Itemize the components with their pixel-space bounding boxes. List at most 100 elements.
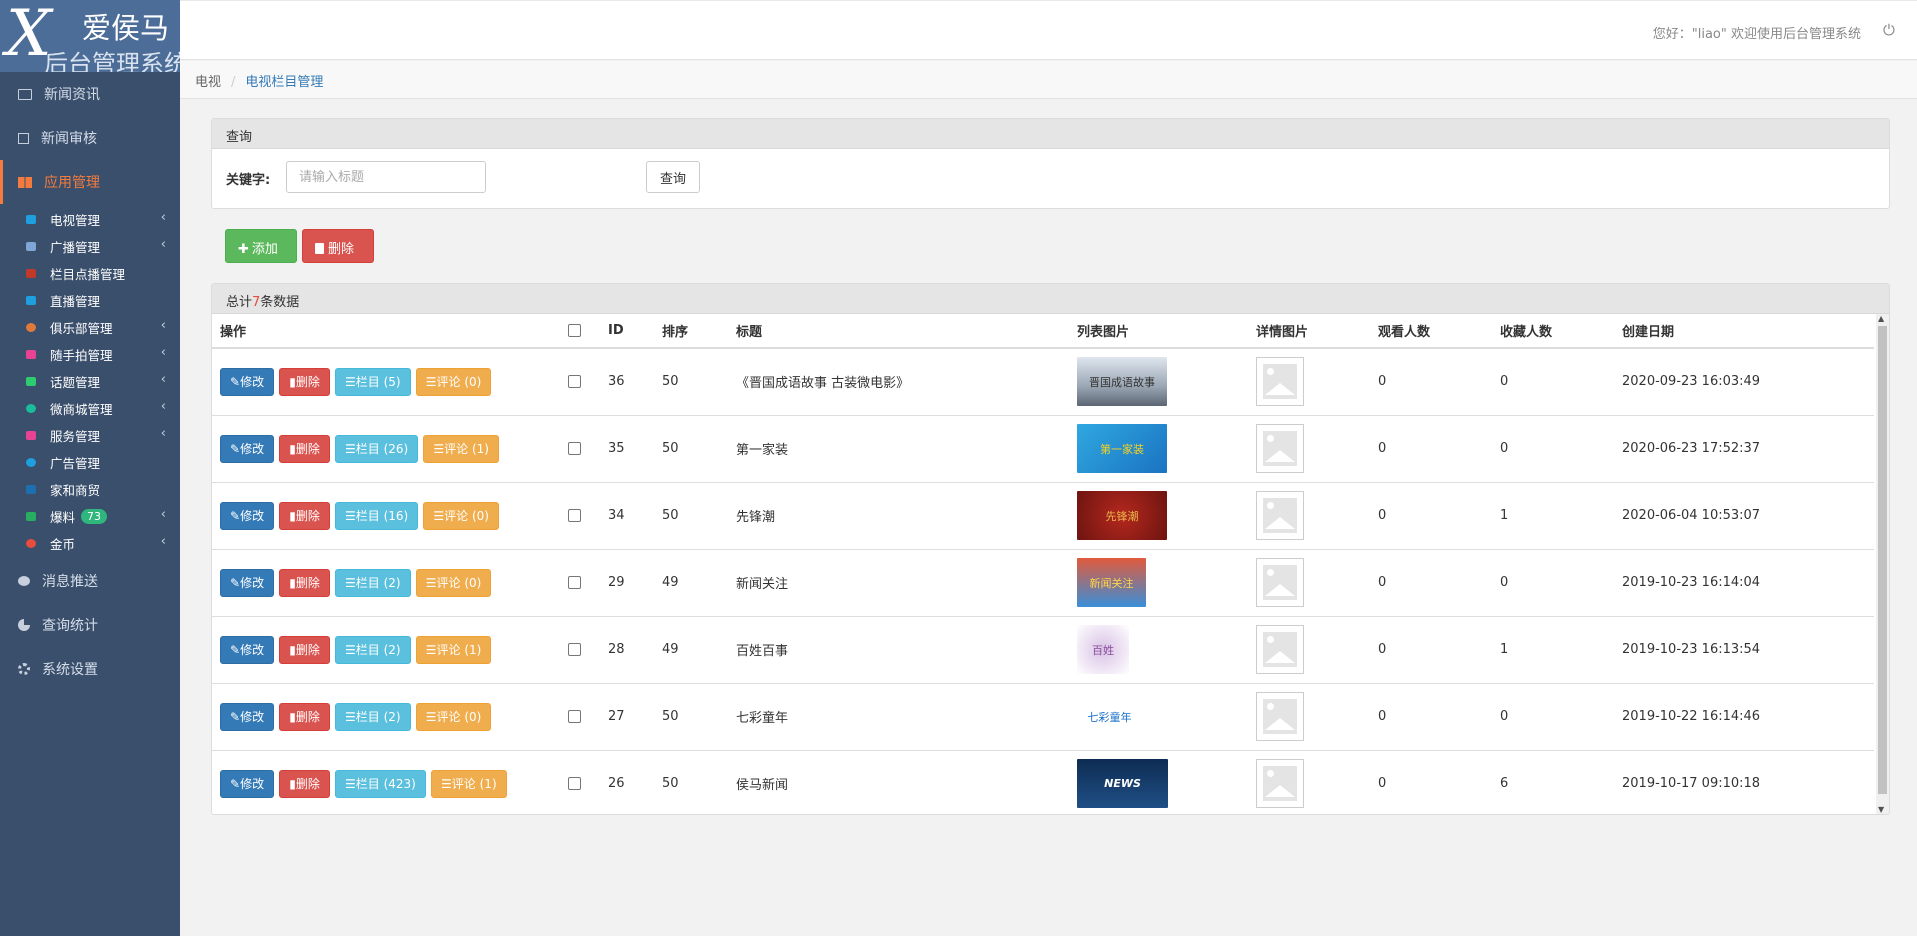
sidebar-sub-club[interactable]: 俱乐部管理 ‹ xyxy=(0,314,180,341)
comment-row-button[interactable]: ☰评论 (0) xyxy=(415,702,492,731)
row-sort: 50 xyxy=(654,348,728,416)
delete-row-button[interactable]: ▮删除 xyxy=(279,367,330,396)
list-thumbnail[interactable]: 七彩童年 xyxy=(1077,692,1142,741)
edit-row-button[interactable]: ✎修改 xyxy=(220,434,275,463)
edit-label: 修改 xyxy=(240,776,265,791)
row-checkbox[interactable] xyxy=(568,643,581,656)
delete-row-button[interactable]: ▮删除 xyxy=(279,434,330,463)
delete-row-button[interactable]: ▮删除 xyxy=(279,635,330,664)
list-thumbnail[interactable]: NEWS xyxy=(1077,759,1168,808)
sidebar-item-news[interactable]: 新闻资讯 xyxy=(0,72,180,116)
comment-row-button[interactable]: ☰评论 (1) xyxy=(423,434,499,463)
row-checkbox[interactable] xyxy=(568,576,581,589)
row-detail-image xyxy=(1248,482,1370,550)
add-button[interactable]: ✚ 添加 xyxy=(225,229,297,263)
column-row-button[interactable]: ☰栏目 (16) xyxy=(334,501,419,530)
row-checkbox[interactable] xyxy=(568,710,581,723)
delete-row-button[interactable]: ▮删除 xyxy=(279,769,330,798)
delete-label: 删除 xyxy=(295,776,320,791)
sidebar-item-app-management[interactable]: 应用管理 xyxy=(0,160,180,204)
row-checkbox[interactable] xyxy=(568,375,581,389)
comment-row-button[interactable]: ☰评论 (0) xyxy=(423,501,499,530)
row-checkbox[interactable] xyxy=(568,777,581,790)
edit-row-button[interactable]: ✎修改 xyxy=(220,501,275,530)
select-all-checkbox[interactable] xyxy=(568,324,581,337)
sidebar-item-push[interactable]: 消息推送 xyxy=(0,559,180,603)
list-thumbnail[interactable]: 百姓 xyxy=(1077,625,1129,674)
edit-row-button[interactable]: ✎修改 xyxy=(220,702,275,731)
scrollbar-thumb[interactable] xyxy=(1878,326,1887,794)
sidebar-sub-tv[interactable]: 电视管理 ‹ xyxy=(0,206,180,233)
list-thumbnail[interactable]: 第一家装 xyxy=(1077,424,1167,473)
row-detail-image xyxy=(1248,348,1370,416)
column-row-button[interactable]: ☰栏目 (2) xyxy=(334,702,411,731)
chevron-left-icon: ‹ xyxy=(160,345,166,360)
delete-row-button[interactable]: ▮删除 xyxy=(279,568,330,597)
image-placeholder-icon[interactable] xyxy=(1256,424,1304,473)
col-list-image: 列表图片 xyxy=(1069,314,1248,349)
list-icon: ☰ xyxy=(344,374,356,389)
row-favorites: 0 xyxy=(1492,415,1614,483)
list-thumbnail[interactable]: 新闻关注 xyxy=(1077,558,1146,607)
list-thumbnail[interactable]: 先锋潮 xyxy=(1077,491,1167,540)
query-button[interactable]: 查询 xyxy=(646,161,700,193)
sidebar-sub-tipoff[interactable]: 爆料 73 ‹ xyxy=(0,503,180,530)
column-row-button[interactable]: ☰栏目 (423) xyxy=(334,769,426,798)
power-icon[interactable]: ⏻ xyxy=(1883,21,1899,39)
sidebar-sub-mall[interactable]: 微商城管理 ‹ xyxy=(0,395,180,422)
delete-row-button[interactable]: ▮删除 xyxy=(279,501,330,530)
column-row-button[interactable]: ☰栏目 (2) xyxy=(334,635,411,664)
column-row-button[interactable]: ☰栏目 (5) xyxy=(334,367,411,396)
column-count: (26) xyxy=(383,441,409,456)
column-row-button[interactable]: ☰栏目 (2) xyxy=(334,568,411,597)
comment-row-button[interactable]: ☰评论 (1) xyxy=(415,635,492,664)
sidebar-sub-vod[interactable]: 栏目点播管理 xyxy=(0,260,180,287)
column-count: (423) xyxy=(383,776,416,791)
list-icon: ☰ xyxy=(344,508,356,523)
comment-row-button[interactable]: ☰评论 (1) xyxy=(431,769,507,798)
sidebar-item-label: 应用管理 xyxy=(44,175,100,191)
image-placeholder-icon[interactable] xyxy=(1256,558,1304,607)
sidebar-sub-live[interactable]: 直播管理 xyxy=(0,287,180,314)
row-views: 0 xyxy=(1370,683,1492,751)
image-placeholder-icon[interactable] xyxy=(1256,491,1304,540)
comment-row-button[interactable]: ☰评论 (0) xyxy=(415,367,492,396)
image-placeholder-icon[interactable] xyxy=(1256,357,1304,407)
sidebar: X 爱侯马 后台管理系统 新闻资讯 新闻审核 应用管理 电视管理 ‹ 广播管理 ‹ … xyxy=(0,0,180,936)
table-scrollbar[interactable]: ▲ ▼ xyxy=(1876,314,1889,814)
sidebar-sub-snapshot[interactable]: 随手拍管理 ‹ xyxy=(0,341,180,368)
column-row-button[interactable]: ☰栏目 (26) xyxy=(334,434,419,463)
list-thumbnail[interactable]: 晋国成语故事 xyxy=(1077,357,1167,407)
breadcrumb-root[interactable]: 电视 xyxy=(195,75,221,90)
row-list-image: 晋国成语故事 xyxy=(1069,348,1248,416)
sidebar-sub-service[interactable]: 服务管理 ‹ xyxy=(0,422,180,449)
edit-row-button[interactable]: ✎修改 xyxy=(220,367,275,396)
edit-row-button[interactable]: ✎修改 xyxy=(220,769,275,798)
sidebar-sub-trade[interactable]: 家和商贸 xyxy=(0,476,180,503)
sidebar-item-label: 新闻资讯 xyxy=(44,87,100,103)
delete-row-button[interactable]: ▮删除 xyxy=(279,702,330,731)
sidebar-sub-ads[interactable]: 广告管理 xyxy=(0,449,180,476)
live-icon xyxy=(26,296,36,305)
sidebar-item-news-review[interactable]: 新闻审核 xyxy=(0,116,180,160)
image-placeholder-icon[interactable] xyxy=(1256,759,1304,808)
scroll-up-arrow[interactable]: ▲ xyxy=(1878,314,1884,323)
image-placeholder-icon[interactable] xyxy=(1256,625,1304,674)
sidebar-item-stats[interactable]: 查询统计 xyxy=(0,603,180,647)
sidebar-sub-coins[interactable]: 金币 ‹ xyxy=(0,530,180,557)
sidebar-item-settings[interactable]: 系统设置 xyxy=(0,647,180,691)
sidebar-sub-topic[interactable]: 话题管理 ‹ xyxy=(0,368,180,395)
keyword-input[interactable] xyxy=(286,161,486,193)
edit-row-button[interactable]: ✎修改 xyxy=(220,635,275,664)
image-placeholder-icon[interactable] xyxy=(1256,692,1304,741)
row-checkbox[interactable] xyxy=(568,509,581,522)
edit-row-button[interactable]: ✎修改 xyxy=(220,568,275,597)
scroll-down-arrow[interactable]: ▼ xyxy=(1878,805,1884,814)
list-icon: ☰ xyxy=(425,575,437,590)
data-table: 操作 ID 排序 标题 列表图片 详情图片 观看人数 收藏人数 创建日期 ✎修改… xyxy=(212,314,1874,814)
row-checkbox[interactable] xyxy=(568,442,581,455)
comment-row-button[interactable]: ☰评论 (0) xyxy=(415,568,492,597)
sidebar-sub-radio[interactable]: 广播管理 ‹ xyxy=(0,233,180,260)
delete-button[interactable]: 删除 xyxy=(302,229,374,263)
gear-icon xyxy=(18,663,30,675)
